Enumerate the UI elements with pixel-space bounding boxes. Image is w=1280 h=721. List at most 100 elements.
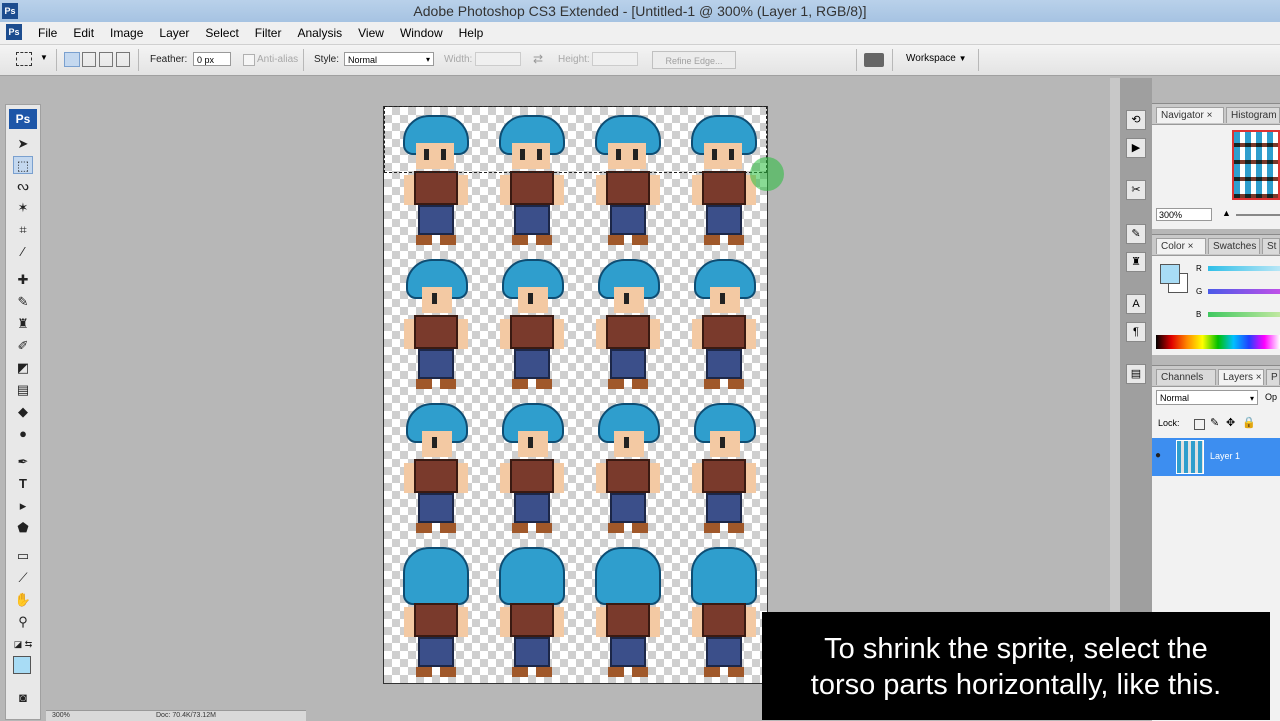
notes-tool-icon[interactable]: ▭ (13, 547, 33, 565)
subtract-selection-icon[interactable] (99, 52, 113, 67)
tab-styles[interactable]: St (1262, 238, 1280, 254)
menu-file[interactable]: File (30, 22, 65, 44)
tab-channels[interactable]: Channels (1156, 369, 1216, 385)
lock-transparency-icon[interactable] (1194, 419, 1205, 430)
type-tool-icon[interactable]: T (13, 475, 33, 493)
pen-tool-icon[interactable]: ✒ (13, 453, 33, 471)
history-brush-icon[interactable]: ✐ (13, 337, 33, 355)
tool-presets-icon[interactable]: ✂ (1126, 180, 1146, 200)
channel-g-label: G (1196, 287, 1203, 296)
workspace-menu[interactable]: Workspace ▼ (906, 53, 967, 64)
eraser-tool-icon[interactable]: ◩ (13, 359, 33, 377)
eyedropper-icon[interactable]: ⟋ (13, 569, 33, 587)
actions-panel-icon[interactable]: ▶ (1126, 138, 1146, 158)
tab-histogram[interactable]: Histogram (1226, 107, 1280, 123)
channel-r-slider[interactable] (1208, 266, 1280, 271)
blur-tool-icon[interactable]: ◆ (13, 403, 33, 421)
intersect-selection-icon[interactable] (116, 52, 130, 67)
dodge-tool-icon[interactable]: ● (13, 425, 33, 443)
width-input[interactable] (475, 52, 521, 66)
menu-edit[interactable]: Edit (65, 22, 102, 44)
navigator-thumbnail[interactable] (1232, 130, 1280, 200)
lasso-tool-icon[interactable]: ᔓ (13, 177, 33, 195)
color-foreground-swatch[interactable] (1160, 264, 1180, 284)
app-menu-icon[interactable]: Ps (6, 24, 22, 40)
add-selection-icon[interactable] (82, 52, 96, 67)
menu-window[interactable]: Window (392, 22, 451, 44)
clone-source-icon[interactable]: ♜ (1126, 252, 1146, 272)
tab-color[interactable]: Color × (1156, 238, 1206, 254)
history-panel-icon[interactable]: ⟲ (1126, 110, 1146, 130)
menu-view[interactable]: View (350, 22, 392, 44)
feather-input[interactable]: 0 px (193, 52, 231, 66)
chevron-down-icon[interactable]: ▼ (40, 53, 48, 62)
brushes-panel-icon[interactable]: ✎ (1126, 224, 1146, 244)
document-canvas[interactable] (383, 106, 768, 684)
crop-tool-icon[interactable]: ⌗ (13, 221, 33, 239)
menu-filter[interactable]: Filter (247, 22, 290, 44)
character-panel-icon[interactable]: A (1126, 294, 1146, 314)
shape-tool-icon[interactable]: ⬟ (13, 519, 33, 537)
layer-comps-icon[interactable]: ▤ (1126, 364, 1146, 384)
navigator-zoom-field[interactable]: 300% (1156, 208, 1212, 221)
paragraph-panel-icon[interactable]: ¶ (1126, 322, 1146, 342)
navigator-zoom-slider[interactable] (1236, 214, 1280, 216)
slice-tool-icon[interactable]: ⁄ (13, 243, 33, 261)
foreground-color-swatch[interactable] (13, 656, 31, 674)
menu-image[interactable]: Image (102, 22, 151, 44)
magic-wand-icon[interactable]: ✶ (13, 199, 33, 217)
antialias-checkbox[interactable] (243, 54, 255, 66)
refine-edge-button[interactable]: Refine Edge... (652, 51, 736, 69)
zoom-tool-icon[interactable]: ⚲ (13, 613, 33, 631)
move-tool-icon[interactable]: ➤ (13, 135, 33, 153)
lock-all-icon[interactable]: 🔒 (1242, 416, 1256, 429)
new-selection-icon[interactable] (64, 52, 80, 67)
blend-mode-select[interactable]: Normal ▾ (1156, 390, 1258, 405)
sprite-frame (588, 257, 668, 397)
window-title: Adobe Photoshop CS3 Extended - [Untitled… (413, 3, 867, 19)
tab-paths[interactable]: P (1266, 369, 1280, 385)
lock-image-icon[interactable]: ✎ (1210, 416, 1219, 429)
palette-well-icon[interactable] (864, 53, 884, 67)
hand-tool-icon[interactable]: ✋ (13, 591, 33, 609)
channel-r-label: R (1196, 264, 1202, 273)
zoom-out-icon[interactable]: ▲ (1222, 208, 1231, 218)
tab-layers[interactable]: Layers × (1218, 369, 1264, 385)
rectangular-marquee-icon[interactable]: ⬚ (13, 156, 33, 174)
clone-stamp-icon[interactable]: ♜ (13, 315, 33, 333)
menu-analysis[interactable]: Analysis (289, 22, 350, 44)
menu-select[interactable]: Select (197, 22, 246, 44)
chevron-down-icon: ▼ (958, 54, 967, 63)
healing-brush-icon[interactable]: ✚ (13, 271, 33, 289)
path-selection-icon[interactable]: ▸ (13, 497, 33, 515)
default-colors-icon[interactable]: ◪ ⇆ (13, 635, 33, 653)
antialias-label: Anti-alias (257, 54, 299, 65)
gradient-tool-icon[interactable]: ▤ (13, 381, 33, 399)
style-select[interactable]: Normal ▾ (344, 52, 434, 66)
sprite-frame (492, 401, 572, 541)
zoom-readout[interactable]: 300% (52, 712, 70, 719)
opacity-label: Op (1265, 392, 1278, 402)
channel-g-slider[interactable] (1208, 289, 1280, 294)
sprite-frame (684, 545, 764, 683)
eye-icon[interactable]: ● (1150, 450, 1166, 461)
height-input[interactable] (592, 52, 638, 66)
color-spectrum-bar[interactable] (1156, 335, 1280, 349)
lock-position-icon[interactable]: ✥ (1226, 416, 1235, 429)
swap-icon[interactable]: ⇄ (533, 52, 543, 66)
sprite-frame (588, 113, 668, 253)
sprite-frame (588, 401, 668, 541)
tab-swatches[interactable]: Swatches (1208, 238, 1260, 254)
caption-line-1: To shrink the sprite, select the (824, 633, 1208, 665)
layer-name[interactable]: Layer 1 (1210, 451, 1240, 461)
layer-row[interactable]: ● Layer 1 (1152, 438, 1280, 476)
menu-layer[interactable]: Layer (151, 22, 197, 44)
brush-tool-icon[interactable]: ✎ (13, 293, 33, 311)
tab-navigator[interactable]: Navigator × (1156, 107, 1224, 123)
tool-preset-icon[interactable] (16, 52, 32, 66)
quick-mask-icon[interactable]: ◙ (13, 689, 33, 707)
menu-help[interactable]: Help (451, 22, 492, 44)
video-caption: To shrink the sprite, select the torso p… (762, 612, 1270, 720)
channel-b-slider[interactable] (1208, 312, 1280, 317)
photoshop-logo: Ps (9, 109, 37, 129)
